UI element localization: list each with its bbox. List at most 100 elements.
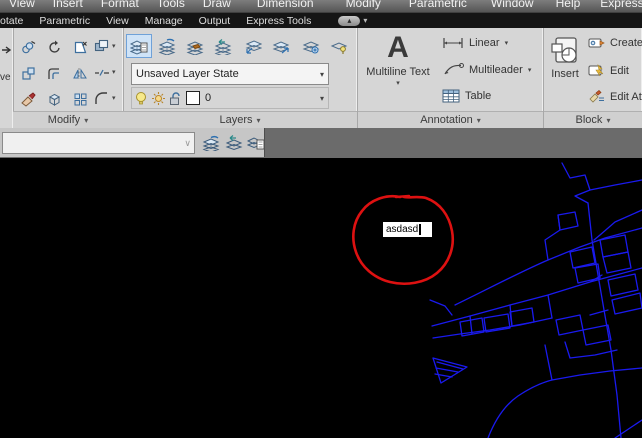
explode-button[interactable] [42,87,66,111]
panel-block: Insert Create Edit [544,28,642,128]
combo-dropdown-icon[interactable]: ▾ [316,94,328,103]
ribbon-minimize-button[interactable]: ▴ [338,16,360,26]
rotate-button[interactable] [42,35,66,59]
combo-chevron-icon[interactable]: ∨ [184,138,194,149]
layer-unlock-icon[interactable] [169,91,182,106]
minimize-ribbon-icon: ▴ [347,17,351,25]
erase-button[interactable] [16,87,40,111]
menu-express[interactable]: Express [591,0,642,11]
flyout-arrow-icon[interactable]: ▾ [528,66,532,74]
edit-block-icon [588,64,605,77]
combo-dropdown-icon[interactable]: ▾ [316,70,328,79]
offset-icon [47,66,62,81]
table-button[interactable]: Table [442,89,491,103]
layer-color-swatch[interactable] [186,91,200,105]
menu-view[interactable]: View [0,0,44,11]
layer-isolate-button[interactable] [240,34,266,58]
linear-dimension-button[interactable]: Linear ▾ [442,37,508,49]
toolbar-layer-states-button[interactable] [200,132,221,153]
flyout-arrow-icon: ▾ [112,94,116,102]
break-flyout-button[interactable]: ▾ [94,61,116,83]
layer-unisolate-button[interactable] [268,34,294,58]
layer-settings-button[interactable] [298,34,324,58]
array-button[interactable] [68,87,92,111]
layer-previous-icon [214,38,232,55]
array-icon [73,92,88,107]
toolbar-layer-combobox[interactable]: ∨ [2,132,195,154]
explode-icon [47,92,62,107]
panel-expand-icon: ▾ [606,116,610,125]
mirror-icon [73,66,88,81]
move-arrow-icon[interactable] [1,45,12,55]
drawing-canvas[interactable]: asdasd [0,158,642,438]
insert-block-button[interactable]: Insert [547,36,583,80]
menu-insert[interactable]: Insert [44,0,92,11]
overlap-flyout-button[interactable]: ▾ [94,35,116,57]
table-icon [442,89,460,103]
autocad-window: View Insert Format Tools Draw Dimension … [0,0,642,438]
panel-label-block[interactable]: Block▾ [544,111,642,128]
text-cursor [419,224,421,235]
layer-state-button[interactable] [154,34,180,58]
panel-label-annotation[interactable]: Annotation▾ [358,111,543,128]
tab-output[interactable]: Output [194,15,236,27]
toolbar-layer-properties-button[interactable] [245,132,266,153]
layer-on-bulb-icon[interactable] [135,91,147,106]
layer-match-button[interactable] [326,34,352,58]
tab-manage[interactable]: Manage [140,15,188,27]
menu-help[interactable]: Help [547,0,590,11]
layer-hand-icon [186,38,204,55]
panel-label-layers[interactable]: Layers▾ [123,111,357,128]
tab-parametric[interactable]: Parametric [34,15,95,27]
break-line-icon [94,65,110,80]
create-block-button[interactable]: Create [588,37,642,49]
layer-state-value: Unsaved Layer State [132,68,316,80]
edit-attributes-button[interactable]: Edit Att [588,90,642,103]
inplace-text-editor[interactable]: asdasd [383,222,432,237]
trim-icon [73,40,88,55]
move-label-fragment: ve [0,72,11,83]
multileader-icon [442,63,464,76]
menu-format[interactable]: Format [92,0,148,11]
ribbon-minimize-dropdown-icon[interactable]: ▾ [363,16,367,25]
menu-parametric[interactable]: Parametric [400,0,476,11]
offset-button[interactable] [42,61,66,85]
layer-previous-button[interactable] [210,34,236,58]
tab-view[interactable]: View [101,15,134,27]
edit-block-button[interactable]: Edit [588,64,629,77]
stretch-button[interactable] [16,61,40,85]
rotate-icon [47,40,62,55]
toolbar-layer-previous-button[interactable] [223,132,244,153]
menu-tools[interactable]: Tools [148,0,194,11]
text-editor-value: asdasd [386,222,418,237]
layer-combobox[interactable]: 0 ▾ [131,87,329,109]
layer-state-combobox[interactable]: Unsaved Layer State ▾ [131,63,329,85]
panel-label-modify[interactable]: Modify▾ [13,111,123,128]
tab-annotate[interactable]: otate [0,15,28,27]
mirror-button[interactable] [68,61,92,85]
fillet-flyout-button[interactable]: ▾ [94,87,116,109]
layer-states-icon [202,134,220,151]
split-dropdown-icon[interactable]: ▾ [396,79,400,87]
multiline-text-icon: A [387,32,409,64]
layer-properties-button[interactable] [126,34,152,58]
menu-dimension[interactable]: Dimension [248,0,323,11]
menu-draw[interactable]: Draw [194,0,240,11]
copy-button[interactable] [16,35,40,59]
layer-freeze-button[interactable] [182,34,208,58]
flyout-arrow-icon[interactable]: ▾ [505,39,509,47]
trim-button[interactable] [68,35,92,59]
menu-window[interactable]: Window [482,0,543,11]
menu-modify[interactable]: Modify [337,0,390,11]
panel-layers: Unsaved Layer State ▾ 0 ▾ [123,28,358,128]
panel-expand-icon: ▾ [257,116,261,125]
layers-toolbar: ∨ [0,128,265,157]
copy-icon [21,40,36,55]
tab-express-tools[interactable]: Express Tools [241,15,316,27]
multiline-text-button[interactable]: A Multiline Text ▾ [362,32,434,87]
layer-isolate-icon [244,38,262,55]
multileader-button[interactable]: Multileader ▾ [442,63,531,76]
layer-thaw-sun-icon[interactable] [151,91,166,106]
menu-bar: View Insert Format Tools Draw Dimension … [0,0,642,13]
layer-match-icon [330,38,348,55]
